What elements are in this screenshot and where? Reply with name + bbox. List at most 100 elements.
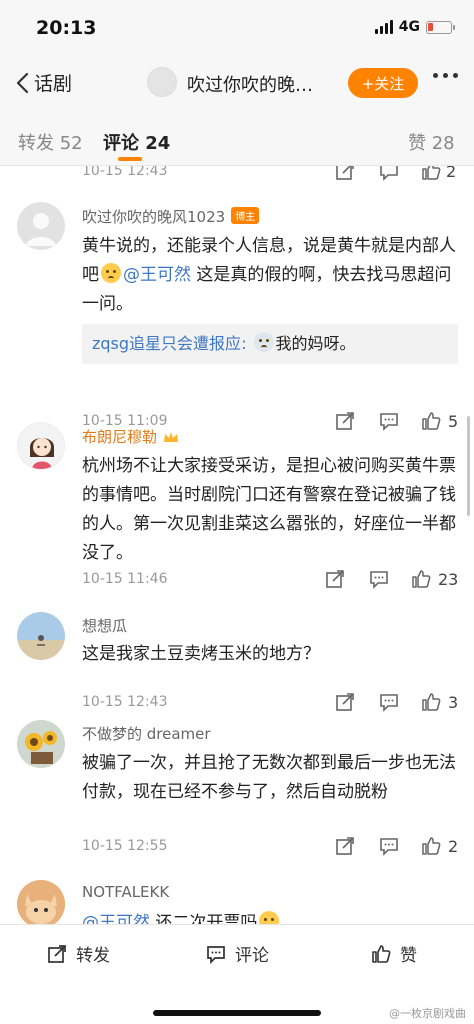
- more-dots-icon[interactable]: [433, 73, 458, 78]
- comment-text: 杭州场不让大家接受采访，是担心被问购买黄牛票的事情吧。当时剧院门口还有警察在登记…: [82, 456, 456, 563]
- comment-time: 10-15 12:43: [82, 694, 168, 710]
- bottom-toolbar: 转发 评论 赞 @一枚京剧戏曲: [0, 924, 474, 1024]
- nav-bar: 话剧 吹过你吹的晚… +关注: [0, 54, 474, 112]
- scrollbar[interactable]: [467, 416, 470, 516]
- comment-label: 评论: [235, 946, 269, 966]
- avatar[interactable]: [17, 422, 65, 470]
- repost-icon[interactable]: [324, 568, 346, 590]
- tab-repost-label: 转发: [18, 133, 54, 154]
- emoji-icon: [101, 263, 121, 283]
- network-type: 4G: [398, 19, 420, 35]
- username-text: 布朗尼穆勒: [82, 428, 158, 446]
- chevron-left-icon: [16, 72, 29, 93]
- comment-icon[interactable]: [368, 568, 390, 590]
- comment-meta: 10-15 12:43 3: [82, 691, 462, 715]
- home-indicator[interactable]: [153, 1010, 321, 1016]
- avatar[interactable]: [17, 202, 65, 250]
- like-count: 2: [448, 837, 459, 856]
- tab-comments-count: 24: [145, 133, 171, 154]
- status-time: 20:13: [36, 17, 97, 39]
- comment-meta: 10-15 12:55 2: [82, 835, 462, 859]
- cat-avatar-icon: [17, 880, 65, 924]
- avatar[interactable]: [17, 880, 65, 924]
- username-text: 吹过你吹的晚风1023: [82, 208, 226, 226]
- repost-icon[interactable]: [334, 835, 356, 857]
- beach-photo-avatar-icon: [17, 612, 65, 660]
- thumbs-up-icon[interactable]: [420, 835, 442, 857]
- avatar[interactable]: [17, 612, 65, 660]
- cartoon-girl-avatar-icon: [30, 438, 54, 469]
- back-label: 话剧: [34, 73, 73, 95]
- repost-icon: [48, 944, 66, 963]
- comment-username[interactable]: 想想瓜: [82, 615, 127, 636]
- like-label: 赞: [400, 946, 417, 966]
- crown-icon: [164, 432, 179, 442]
- comment-list[interactable]: 10-15 12:43 2 吹过你吹的晚风1023 博主 黄牛说的，还能录个人信息…: [0, 166, 474, 924]
- comment-username[interactable]: 不做梦的 dreamer: [82, 723, 211, 744]
- like-count: 2: [446, 166, 457, 181]
- sunflower-avatar-icon: [17, 720, 65, 768]
- reply-preview[interactable]: zqsg追星只会遭报应: 我的妈呀。: [82, 324, 458, 364]
- follow-button[interactable]: +关注: [348, 68, 418, 98]
- avatar[interactable]: [17, 720, 65, 768]
- tab-comments[interactable]: 评论 24: [103, 129, 170, 155]
- repost-icon[interactable]: [334, 410, 356, 432]
- comment-username[interactable]: 吹过你吹的晚风1023 博主: [82, 206, 260, 227]
- comment-icon: [207, 945, 225, 964]
- comment-username[interactable]: NOTFALEKK: [82, 883, 169, 901]
- author-avatar[interactable]: [147, 67, 177, 97]
- emoji-icon: [259, 911, 280, 924]
- status-bar: 20:13 4G: [0, 0, 474, 54]
- default-avatar-icon: [26, 213, 56, 246]
- comment-button[interactable]: 评论: [205, 941, 269, 966]
- tab-likes-count: 28: [431, 133, 455, 154]
- tab-likes-label: 赞: [408, 133, 426, 154]
- back-button[interactable]: 话剧: [14, 69, 72, 96]
- repost-button[interactable]: 转发: [46, 941, 110, 966]
- thumbs-up-icon[interactable]: [420, 691, 442, 713]
- watermark: @一枚京剧戏曲: [389, 1007, 466, 1020]
- comment-meta: 10-15 11:46 23: [82, 568, 462, 592]
- comment-text: 被骗了一次，并且抢了无数次都到最后一步也无法付款，现在已经不参与了，然后自动脱粉: [82, 753, 456, 802]
- comment-text: @王可然 还二次开票吗: [82, 909, 458, 924]
- comment-text: 这是我家土豆卖烤玉米的地方？: [82, 644, 320, 664]
- comment-time: 10-15 12:55: [82, 838, 168, 854]
- mention-link[interactable]: @王可然: [82, 913, 150, 924]
- like-count: 23: [438, 570, 459, 589]
- comment-meta: 10-15 12:43 2: [82, 166, 462, 184]
- comment-time: 10-15 12:43: [82, 166, 168, 179]
- thumbs-up-icon[interactable]: [410, 568, 432, 590]
- tabs-bar: 转发 52 评论 24 赞 28: [0, 112, 474, 166]
- tab-likes[interactable]: 赞 28: [408, 129, 455, 155]
- comment-username[interactable]: 布朗尼穆勒: [82, 426, 179, 447]
- reply-text: 我的妈呀。: [275, 334, 356, 353]
- repost-label: 转发: [76, 946, 110, 966]
- reply-username[interactable]: zqsg追星只会遭报应: [92, 334, 241, 353]
- repost-icon[interactable]: [334, 166, 356, 182]
- like-count: 5: [448, 412, 459, 431]
- comment-icon[interactable]: [378, 691, 400, 713]
- like-button[interactable]: 赞: [370, 941, 417, 966]
- status-indicators: 4G: [374, 19, 455, 35]
- comment-icon[interactable]: [378, 835, 400, 857]
- battery-icon: [426, 20, 455, 34]
- repost-icon[interactable]: [334, 691, 356, 713]
- thumbs-up-icon[interactable]: [420, 166, 442, 182]
- author-badge: 博主: [231, 207, 260, 224]
- comment-text: 黄牛说的，还能录个人信息，说是黄牛就是内部人吧 @王可然 这是真的假的啊，快去找马…: [82, 232, 458, 319]
- comment-time: 10-15 11:46: [82, 571, 168, 587]
- like-count: 3: [448, 693, 459, 712]
- comment-icon[interactable]: [378, 410, 400, 432]
- emoji-icon: [253, 332, 274, 352]
- mention-link[interactable]: @王可然: [123, 265, 191, 285]
- comment-text-part: 还二次开票吗: [150, 913, 258, 924]
- tab-comments-label: 评论: [103, 133, 139, 154]
- signal-icon: [374, 20, 393, 34]
- thumbs-up-icon[interactable]: [420, 410, 442, 432]
- active-tab-indicator: [118, 157, 142, 161]
- page-title: 吹过你吹的晚…: [187, 75, 313, 96]
- tab-repost[interactable]: 转发 52: [18, 129, 83, 155]
- tab-repost-count: 52: [59, 133, 83, 154]
- thumbs-up-icon: [372, 944, 391, 963]
- comment-icon[interactable]: [378, 166, 400, 182]
